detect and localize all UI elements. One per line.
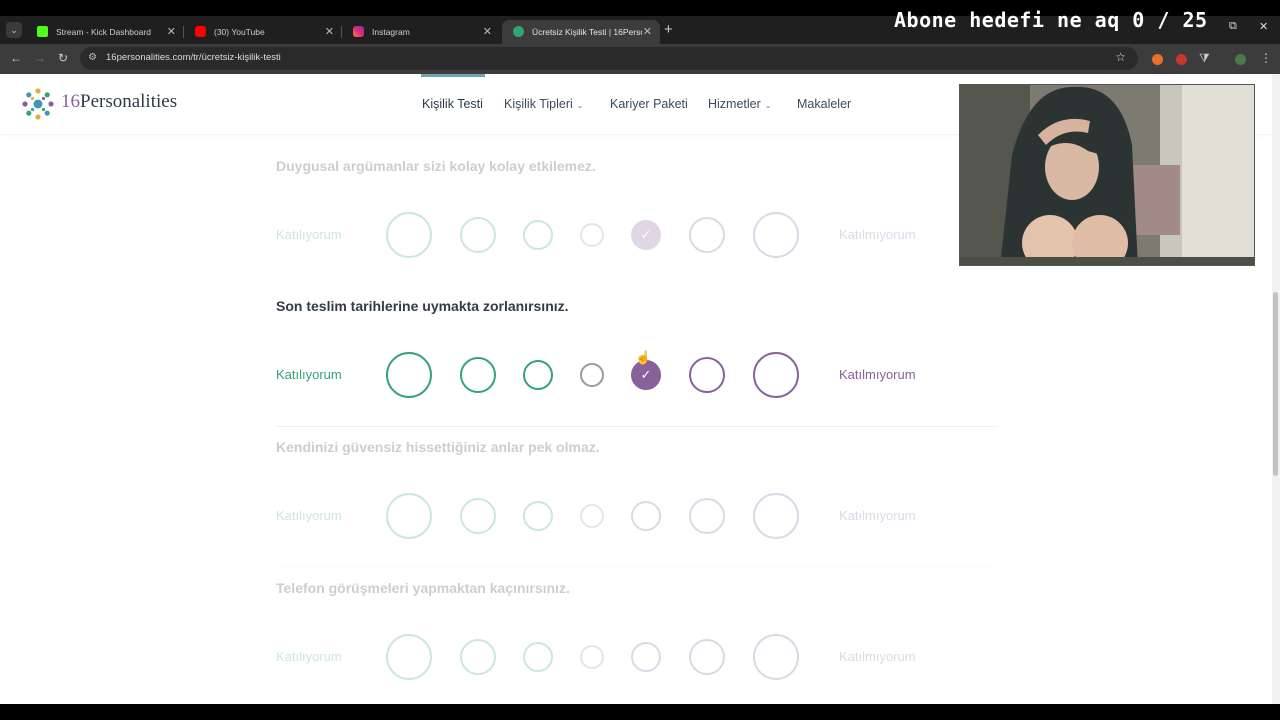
answer-scale: Katılıyorum Katılmıyorum [276,491,996,541]
tab-title: Instagram [372,27,410,37]
new-tab-plus-icon[interactable]: + [664,20,673,40]
answer-option-6[interactable] [689,217,725,253]
16personalities-icon [513,26,524,37]
close-window-icon[interactable]: ✕ [1259,20,1268,33]
site-info-icon[interactable]: ⚙ [88,52,97,63]
question-divider [276,426,998,427]
answer-option-7[interactable] [753,212,799,258]
disagree-label: Katılmıyorum [839,367,916,382]
16personalities-logo-icon[interactable] [20,86,56,122]
disagree-label: Katılmıyorum [839,649,916,664]
checkmark-icon: ✓ [640,227,652,242]
agree-label: Katılıyorum [276,367,342,382]
tab-title: Stream - Kick Dashboard [56,27,151,37]
profile-avatar-icon[interactable] [1235,54,1246,65]
tab-kick-dashboard[interactable]: Stream - Kick Dashboard ✕ [26,20,184,44]
close-tab-icon[interactable]: ✕ [167,20,176,44]
question-text: Duygusal argümanlar sizi kolay kolay etk… [276,158,596,174]
youtube-icon [195,26,206,37]
browser-menu-icon[interactable]: ⋮ [1260,51,1272,65]
restore-window-icon[interactable]: ⧉ [1229,20,1237,33]
nav-kariyer-paketi[interactable]: Kariyer Paketi [610,74,688,134]
reload-icon[interactable]: ↻ [58,51,68,65]
bookmark-star-icon[interactable]: ☆ [1115,50,1126,64]
nav-makaleler[interactable]: Makaleler [797,74,851,134]
answer-option-1[interactable] [386,352,432,398]
address-toolbar: ← → ↻ ⚙ 16personalities.com/tr/ücretsiz-… [0,44,1280,74]
url-text: 16personalities.com/tr/ücretsiz-kişilik-… [106,52,281,63]
instagram-icon [353,26,364,37]
agree-label: Katılıyorum [276,227,342,242]
answer-option-2[interactable] [460,498,496,534]
question-text: Kendinizi güvensiz hissettiğiniz anlar p… [276,439,600,455]
mouse-cursor-icon: ☝ [635,350,652,365]
kick-icon [37,26,48,37]
answer-option-3[interactable] [523,501,553,531]
disagree-label: Katılmıyorum [839,227,916,242]
answer-option-4[interactable] [580,504,604,528]
answer-option-6[interactable] [689,357,725,393]
agree-label: Katılıyorum [276,649,342,664]
question-divider [276,286,998,287]
answer-option-1[interactable] [386,634,432,680]
webcam-image [960,85,1254,265]
back-arrow-icon[interactable]: ← [10,51,22,65]
tab-title: (30) YouTube [214,27,265,37]
extension-icon[interactable] [1152,54,1163,65]
webcam-overlay [959,84,1255,266]
answer-option-2[interactable] [460,217,496,253]
answer-option-3[interactable] [523,360,553,390]
agree-label: Katılıyorum [276,508,342,523]
answer-option-2[interactable] [460,357,496,393]
answer-option-1[interactable] [386,212,432,258]
answer-option-5[interactable]: ✓ [631,220,661,250]
answer-option-6[interactable] [689,498,725,534]
nav-kisilik-testi[interactable]: Kişilik Testi [422,74,483,134]
extension-badge-icon[interactable] [1176,54,1187,65]
screen: ⌄ Stream - Kick Dashboard ✕ (30) YouTube… [0,0,1280,720]
forward-arrow-icon[interactable]: → [34,51,46,65]
tab-instagram[interactable]: Instagram ✕ [342,20,500,44]
answer-option-7[interactable] [753,634,799,680]
answer-option-7[interactable] [753,493,799,539]
chevron-down-icon: ⌄ [764,101,772,110]
answer-option-4[interactable] [580,223,604,247]
answer-option-4[interactable] [580,645,604,669]
answer-option-5[interactable] [631,642,661,672]
tab-title: Ücretsiz Kişilik Testi | 16Personalities [532,27,642,37]
url-bar[interactable]: ⚙ 16personalities.com/tr/ücretsiz-kişili… [80,47,1138,70]
bottom-black-bar [0,704,1280,720]
close-tab-icon[interactable]: ✕ [643,20,652,44]
site-logo-text[interactable]: 16Personalities [61,91,177,113]
chevron-down-icon: ⌄ [576,101,584,110]
nav-hizmetler[interactable]: Hizmetler ⌄ [708,74,772,134]
answer-option-3[interactable] [523,642,553,672]
answer-option-4[interactable] [580,363,604,387]
answer-option-1[interactable] [386,493,432,539]
tab-16personalities[interactable]: Ücretsiz Kişilik Testi | 16Personalities… [502,20,660,44]
answer-option-7[interactable] [753,352,799,398]
answer-option-6[interactable] [689,639,725,675]
close-tab-icon[interactable]: ✕ [483,20,492,44]
answer-option-2[interactable] [460,639,496,675]
answer-scale: Katılıyorum Katılmıyorum [276,632,996,682]
answer-option-3[interactable] [523,220,553,250]
nav-kisilik-tipleri[interactable]: Kişilik Tipleri ⌄ [504,74,583,134]
tab-search-chevron-icon[interactable]: ⌄ [6,22,22,38]
page-scrollbar[interactable] [1272,74,1280,704]
question-divider [276,567,998,568]
extensions-puzzle-icon[interactable]: ⧩ [1199,51,1210,66]
stream-overlay-text: Abone hedefi ne aq 0 / 25 [894,8,1208,32]
scrollbar-thumb[interactable] [1273,292,1278,476]
question-text: Telefon görüşmeleri yapmaktan kaçınırsın… [276,580,570,596]
answer-option-5[interactable] [631,501,661,531]
close-tab-icon[interactable]: ✕ [325,20,334,44]
answer-scale: Katılıyorum ✓ Katılmıyorum [276,210,996,260]
disagree-label: Katılmıyorum [839,508,916,523]
tab-youtube[interactable]: (30) YouTube ✕ [184,20,342,44]
question-text: Son teslim tarihlerine uymakta zorlanırs… [276,298,569,314]
